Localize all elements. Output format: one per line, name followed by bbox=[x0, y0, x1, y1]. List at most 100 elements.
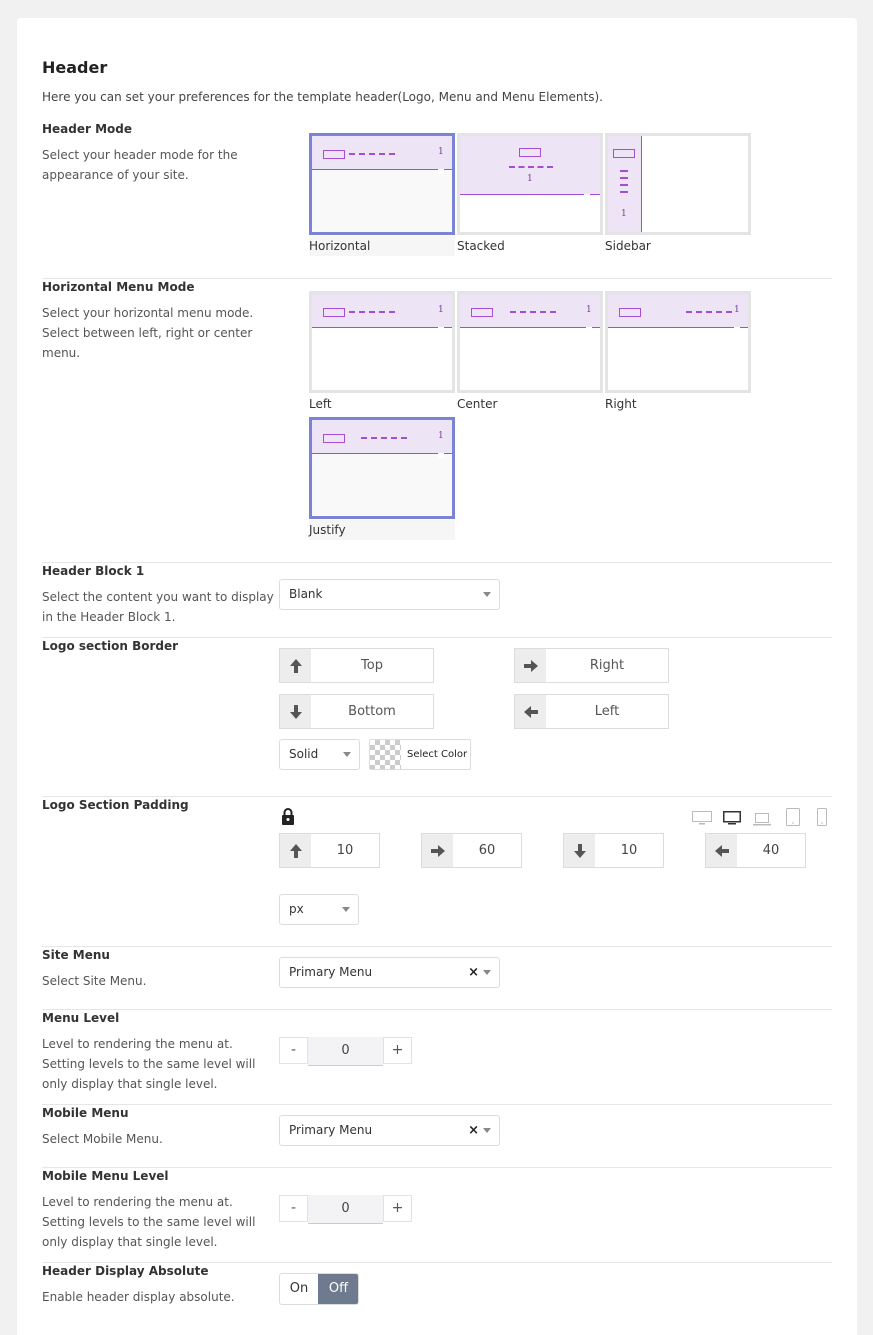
padding-left-input[interactable]: 40 bbox=[705, 833, 806, 868]
chevron-down-icon bbox=[483, 592, 491, 597]
divider bbox=[42, 1262, 832, 1263]
chevron-down-icon bbox=[342, 907, 350, 912]
mobile-menu-select[interactable]: Primary Menu × bbox=[279, 1115, 500, 1146]
logo-border-label: Logo section Border bbox=[42, 639, 179, 653]
divider bbox=[42, 796, 832, 797]
toggle-on-button[interactable]: On bbox=[280, 1274, 318, 1304]
thumb-block-number: 1 bbox=[438, 147, 444, 157]
thumb-block-number: 1 bbox=[527, 174, 533, 184]
menu-mode-label: Horizontal Menu Mode bbox=[42, 280, 195, 294]
thumb-tick bbox=[438, 327, 444, 332]
menu-level-label: Menu Level bbox=[42, 1011, 120, 1025]
decrement-button[interactable]: - bbox=[279, 1037, 308, 1064]
divider bbox=[42, 278, 832, 279]
desktop-icon[interactable] bbox=[723, 810, 741, 829]
padding-bottom-input[interactable]: 10 bbox=[563, 833, 664, 868]
menu-level-description: Level to rendering the menu at. Setting … bbox=[42, 1037, 256, 1091]
header-block-value: Blank bbox=[289, 587, 323, 601]
header-mode-description: Select your header mode for the appearan… bbox=[42, 148, 238, 182]
thumb-body bbox=[312, 454, 452, 516]
header-mode-sidebar-label: Sidebar bbox=[605, 239, 651, 253]
mobile-menu-value: Primary Menu bbox=[289, 1123, 373, 1137]
thumb-tick bbox=[584, 194, 590, 199]
tablet-icon[interactable] bbox=[786, 808, 800, 830]
desktop-wide-icon[interactable] bbox=[692, 810, 712, 829]
menu-mode-center-option[interactable]: 1 bbox=[457, 291, 603, 393]
menu-mode-center-label: Center bbox=[457, 397, 498, 411]
menu-mode-right-label: Right bbox=[605, 397, 637, 411]
thumb-logo-icon bbox=[519, 148, 541, 157]
thumb-menu-icon bbox=[510, 311, 556, 313]
border-style-value: Solid bbox=[289, 747, 319, 761]
thumb-menu-icon bbox=[349, 311, 395, 313]
thumb-menu-icon bbox=[620, 170, 628, 198]
site-menu-label: Site Menu bbox=[42, 948, 110, 962]
menu-mode-justify-option[interactable]: 1 bbox=[309, 417, 455, 519]
thumb-logo-icon bbox=[619, 308, 641, 317]
padding-right-input[interactable]: 60 bbox=[421, 833, 522, 868]
menu-mode-left-option[interactable]: 1 bbox=[309, 291, 455, 393]
thumb-tick bbox=[734, 327, 740, 332]
mobile-menu-level-description: Level to rendering the menu at. Setting … bbox=[42, 1195, 256, 1249]
padding-top-input[interactable]: 10 bbox=[279, 833, 380, 868]
increment-button[interactable]: + bbox=[383, 1037, 412, 1064]
header-absolute-label: Header Display Absolute bbox=[42, 1264, 209, 1278]
decrement-button[interactable]: - bbox=[279, 1195, 308, 1222]
header-mode-stacked-option[interactable]: 1 bbox=[457, 133, 603, 235]
padding-unit-select[interactable]: px bbox=[279, 894, 359, 925]
border-right-button[interactable]: Right bbox=[514, 648, 669, 683]
header-mode-horizontal-label: Horizontal bbox=[309, 236, 455, 256]
site-menu-select[interactable]: Primary Menu × bbox=[279, 957, 500, 988]
border-top-button[interactable]: Top bbox=[279, 648, 434, 683]
menu-level-input[interactable]: 0 bbox=[308, 1037, 383, 1066]
toggle-off-button[interactable]: Off bbox=[318, 1274, 358, 1304]
thumb-logo-icon bbox=[323, 434, 345, 443]
thumb-block-number: 1 bbox=[734, 305, 740, 315]
border-left-button[interactable]: Left bbox=[514, 694, 669, 729]
mobile-menu-label: Mobile Menu bbox=[42, 1106, 129, 1120]
arrow-up-icon bbox=[280, 834, 311, 867]
thumb-block-number: 1 bbox=[586, 305, 592, 315]
header-absolute-toggle: On Off bbox=[279, 1273, 359, 1305]
site-menu-description: Select Site Menu. bbox=[42, 974, 147, 988]
chevron-down-icon bbox=[343, 752, 351, 757]
thumb-logo-icon bbox=[613, 149, 635, 158]
header-mode-label: Header Mode bbox=[42, 122, 133, 136]
header-block-select[interactable]: Blank bbox=[279, 579, 500, 610]
header-mode-horizontal-option[interactable]: 1 bbox=[309, 133, 455, 235]
mobile-icon[interactable] bbox=[817, 808, 827, 830]
menu-mode-description: Select your horizontal menu mode. Select… bbox=[42, 306, 254, 360]
divider bbox=[42, 562, 832, 563]
arrow-down-icon bbox=[564, 834, 595, 867]
border-style-select[interactable]: Solid bbox=[279, 739, 360, 770]
header-mode-sidebar-option[interactable]: 1 bbox=[605, 133, 751, 235]
chevron-down-icon bbox=[483, 970, 491, 975]
padding-unit-value: px bbox=[289, 902, 304, 916]
header-block-description: Select the content you want to display i… bbox=[42, 590, 274, 624]
thumb-logo-icon bbox=[471, 308, 493, 317]
thumb-logo-icon bbox=[323, 150, 345, 159]
divider bbox=[42, 1009, 832, 1010]
arrow-right-icon bbox=[515, 649, 546, 682]
laptop-icon[interactable] bbox=[753, 811, 771, 830]
thumb-body bbox=[312, 170, 452, 232]
border-color-picker[interactable]: Select Color bbox=[369, 739, 471, 770]
menu-mode-right-option[interactable]: 1 bbox=[605, 291, 751, 393]
thumb-tick bbox=[438, 169, 444, 174]
header-absolute-description: Enable header display absolute. bbox=[42, 1290, 235, 1304]
header-block-label: Header Block 1 bbox=[42, 564, 145, 578]
lock-icon[interactable] bbox=[281, 808, 295, 829]
mobile-menu-level-input[interactable]: 0 bbox=[308, 1195, 383, 1224]
border-bottom-button[interactable]: Bottom bbox=[279, 694, 434, 729]
section-title: Header bbox=[42, 58, 108, 77]
arrow-up-icon bbox=[280, 649, 311, 682]
increment-button[interactable]: + bbox=[383, 1195, 412, 1222]
clear-icon[interactable]: × bbox=[468, 958, 479, 987]
transparent-swatch-icon bbox=[370, 740, 401, 769]
divider bbox=[42, 946, 832, 947]
section-description: Here you can set your preferences for th… bbox=[42, 90, 603, 104]
arrow-left-icon bbox=[515, 695, 546, 728]
arrow-down-icon bbox=[280, 695, 311, 728]
thumb-menu-icon bbox=[686, 311, 732, 313]
clear-icon[interactable]: × bbox=[468, 1116, 479, 1145]
